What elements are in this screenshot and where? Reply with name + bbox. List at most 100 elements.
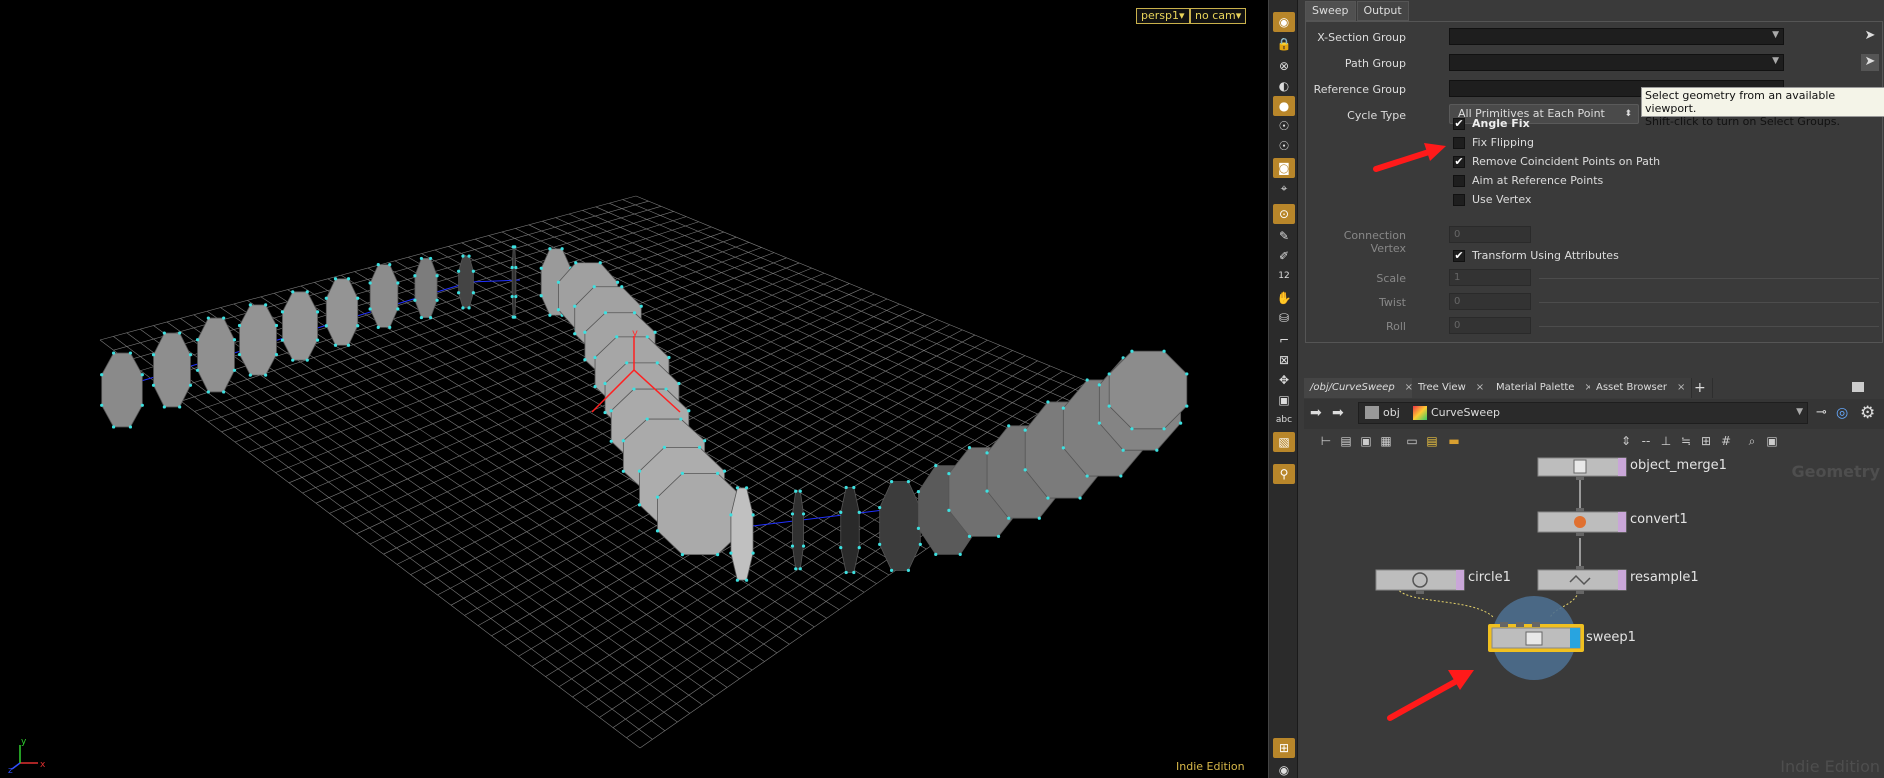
chevron-down-icon[interactable]: ▼ (1772, 56, 1779, 66)
path-group-label: Path Group (1344, 57, 1406, 70)
context-watermark: Geometry (1791, 462, 1880, 481)
grid-icon[interactable]: # (1718, 433, 1734, 449)
display-icon[interactable]: ◐ (1273, 76, 1295, 96)
checkbox-0[interactable]: ✔ (1453, 118, 1465, 130)
updown-icon[interactable]: ⇕ (1618, 433, 1634, 449)
close-icon[interactable]: × (1677, 382, 1685, 393)
axis-z-label: z (8, 766, 13, 773)
checkbox-label-3: Aim at Reference Points (1472, 174, 1604, 187)
image-icon[interactable]: ▣ (1764, 433, 1780, 449)
align-icon[interactable]: ⊥ (1658, 433, 1674, 449)
roll-slider[interactable] (1539, 326, 1879, 327)
scene-canvas[interactable]: y (0, 0, 1268, 778)
network-editor: /obj/CurveSweep × Tree View × Material Pal… (1304, 372, 1884, 778)
pen-icon[interactable]: ✐ (1273, 246, 1295, 266)
hand-icon[interactable]: ✋ (1273, 288, 1295, 308)
snap-icon[interactable]: ⊗ (1273, 56, 1295, 76)
camera-icon[interactable]: ◙ (1273, 158, 1295, 178)
ruler-icon[interactable]: ⌐ (1273, 330, 1295, 350)
forward-icon[interactable]: ➡ (1332, 405, 1344, 421)
note-icon[interactable]: ▣ (1358, 433, 1374, 449)
tile-icon[interactable]: ⊞ (1698, 433, 1714, 449)
view-icon[interactable]: ◉ (1273, 12, 1295, 32)
node-object-merge[interactable] (1537, 457, 1627, 480)
view-icon[interactable]: ▭ (1404, 433, 1420, 449)
checkbox-2[interactable]: ✔ (1453, 156, 1465, 168)
annotation-arrow-icon (1373, 143, 1446, 172)
scale-field[interactable]: 1 (1449, 269, 1531, 286)
scale-slider[interactable] (1539, 278, 1879, 279)
bucket-icon[interactable]: ⛁ (1273, 308, 1295, 328)
transform-icon[interactable]: ⊠ (1273, 350, 1295, 370)
path-node[interactable]: CurveSweep (1431, 406, 1500, 419)
number-icon[interactable]: 12 (1273, 266, 1295, 286)
path-root[interactable]: obj (1383, 406, 1400, 419)
tab-material-palette[interactable]: Material Palette × (1490, 378, 1600, 398)
gear-icon[interactable]: ⚙ (1860, 403, 1875, 423)
list-icon[interactable]: ▤ (1338, 433, 1354, 449)
light-icon[interactable]: ● (1273, 96, 1295, 116)
tab-label: Material Palette (1496, 382, 1575, 393)
box-icon[interactable]: ▬ (1446, 433, 1462, 449)
checkbox-4[interactable] (1453, 194, 1465, 206)
box-icon[interactable]: ▣ (1273, 390, 1295, 410)
pin-icon[interactable]: ⊸ (1816, 405, 1827, 420)
bulb2-icon[interactable]: ☉ (1273, 136, 1295, 156)
path-group-field[interactable]: ▼ (1449, 54, 1784, 71)
pin-icon[interactable]: ⚲ (1273, 464, 1295, 484)
bulb-icon[interactable]: ☉ (1273, 116, 1295, 136)
node-sweep[interactable] (1488, 622, 1584, 652)
network-canvas[interactable]: object_merge1 convert1 circle1 resample1… (1304, 456, 1884, 778)
image-icon[interactable]: ▧ (1273, 432, 1295, 452)
select-arrow-icon[interactable]: ➤ (1861, 28, 1879, 45)
camera-menu[interactable]: persp1▾ (1136, 8, 1190, 24)
3d-viewport[interactable]: y persp1▾ no cam▾ Indie Edition x y z (0, 0, 1268, 778)
select-icon[interactable]: ⌖ (1273, 178, 1295, 198)
connection-vertex-field[interactable]: 0 (1449, 226, 1531, 243)
chevron-down-icon[interactable]: ▼ (1796, 407, 1803, 417)
transform-attrs-checkbox[interactable]: ✔ (1453, 250, 1465, 262)
path-bar[interactable]: obj CurveSweep ▼ (1358, 402, 1808, 424)
tree-icon[interactable]: ⊢ (1318, 433, 1334, 449)
close-icon[interactable]: × (1476, 382, 1484, 393)
brush-icon[interactable]: ✎ (1273, 226, 1295, 246)
move-icon[interactable]: ✥ (1273, 370, 1295, 390)
node-resample[interactable] (1537, 566, 1627, 594)
checkbox-1[interactable] (1453, 137, 1465, 149)
sticky-icon[interactable]: ▤ (1424, 433, 1440, 449)
link-icon[interactable]: ◎ (1836, 405, 1848, 421)
twist-slider[interactable] (1539, 302, 1879, 303)
lock-icon[interactable]: 🔒 (1273, 34, 1295, 54)
tab-obj-curvesweep[interactable]: /obj/CurveSweep × (1304, 378, 1421, 398)
pane-menu-icon[interactable] (1852, 382, 1864, 392)
dash-icon[interactable]: -- (1638, 433, 1654, 449)
tab-asset-browser[interactable]: Asset Browser × (1590, 378, 1693, 398)
twist-field[interactable]: 0 (1449, 293, 1531, 310)
tab-sweep[interactable]: Sweep (1305, 1, 1356, 21)
chevron-down-icon[interactable]: ▼ (1772, 30, 1779, 40)
checkbox-3[interactable] (1453, 175, 1465, 187)
node-graph[interactable] (1304, 456, 1884, 778)
node-convert[interactable] (1537, 508, 1627, 536)
no-cam-menu[interactable]: no cam▾ (1190, 8, 1247, 24)
roll-label: Roll (1386, 320, 1406, 333)
tab-output[interactable]: Output (1356, 1, 1409, 21)
connection-vertex-label: Connection Vertex (1343, 229, 1406, 255)
back-icon[interactable]: ➡ (1310, 405, 1322, 421)
abc-icon[interactable]: abc (1273, 410, 1295, 430)
annotation-arrow-icon (1387, 670, 1474, 721)
xsection-group-field[interactable]: ▼ (1449, 28, 1784, 45)
select-arrow-icon[interactable]: ➤ (1861, 54, 1879, 71)
grid-icon[interactable]: ⊞ (1273, 738, 1295, 758)
add-tab-button[interactable]: + (1688, 378, 1713, 398)
eye-icon[interactable]: ◉ (1273, 760, 1295, 778)
node-circle[interactable] (1375, 569, 1465, 594)
tab-tree-view[interactable]: Tree View × (1412, 378, 1498, 398)
search-icon[interactable]: ⌕ (1744, 433, 1760, 449)
roll-field[interactable]: 0 (1449, 317, 1531, 334)
point-icon[interactable]: ⊙ (1273, 204, 1295, 224)
handle-y-label: y (632, 328, 638, 339)
layout-icon[interactable]: ≒ (1678, 433, 1694, 449)
updown-icon: ⬍ (1624, 109, 1632, 119)
palette-icon[interactable]: ▦ (1378, 433, 1394, 449)
